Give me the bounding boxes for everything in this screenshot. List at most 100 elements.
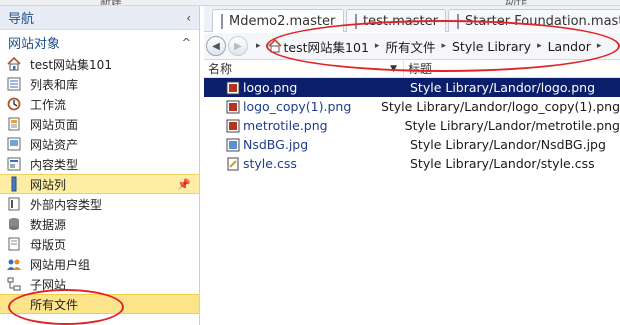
css-file-icon <box>226 157 240 171</box>
file-title: Style Library/Landor/metrotile.png <box>404 118 620 133</box>
file-title: Style Library/Landor/NsdBG.jpg <box>410 137 606 152</box>
nav-title: 导航 <box>8 12 35 27</box>
breadcrumb-style-library[interactable]: Style Library <box>452 39 531 54</box>
breadcrumb-site[interactable]: test网站集101 <box>284 37 369 56</box>
data-source-icon <box>6 216 22 232</box>
home-icon <box>6 56 22 72</box>
navigation-pane: 导航 ‹ 网站对象 ^ test网站集101 列表和库 工作流 网站页面 网站资… <box>0 6 200 325</box>
document-icon <box>355 13 357 29</box>
collapse-nav-icon[interactable]: ‹ <box>186 11 191 25</box>
sidebar-item-label: 网站页面 <box>30 117 79 132</box>
breadcrumb-separator[interactable]: ▸ <box>441 41 446 51</box>
site-pages-icon <box>6 116 22 132</box>
tab-label: test.master <box>363 13 438 29</box>
site-columns-icon <box>6 176 22 192</box>
tab-starter-foundation-master[interactable]: Starter Foundation.master <box>448 9 620 32</box>
file-name-cell: NsdBG.jpg <box>204 137 410 152</box>
sidebar-item-master-pages[interactable]: 母版页 <box>0 234 199 254</box>
sidebar-item-label: 网站用户组 <box>30 257 91 272</box>
sort-arrow-icon: ▼ <box>390 63 397 74</box>
sidebar-item-label: 母版页 <box>30 237 67 252</box>
site-assets-icon <box>6 136 22 152</box>
file-list: logo.png Style Library/Landor/logo.png l… <box>204 78 620 173</box>
sidebar-item-label: 工作流 <box>30 97 67 112</box>
column-header-name[interactable]: 名称 ▼ <box>204 60 404 77</box>
document-icon <box>457 13 459 29</box>
chevron-up-icon[interactable]: ^ <box>182 36 191 49</box>
sidebar-item-lists[interactable]: 列表和库 <box>0 74 199 94</box>
file-list-header: 名称 ▼ 标题 <box>204 60 620 78</box>
breadcrumb-separator[interactable]: ▸ <box>256 41 261 51</box>
image-file-icon <box>226 81 240 95</box>
file-name-cell: logo_copy(1).png <box>204 99 381 114</box>
image-file-icon <box>226 100 240 114</box>
sidebar-item-all-files[interactable]: 所有文件 <box>0 294 199 314</box>
file-name: logo.png <box>243 80 298 95</box>
sidebar-item-site-groups[interactable]: 网站用户组 <box>0 254 199 274</box>
breadcrumb-landor[interactable]: Landor <box>548 39 591 54</box>
forward-button[interactable]: ▶ <box>228 36 248 56</box>
tab-mdemo2-master[interactable]: Mdemo2.master <box>212 9 344 32</box>
nav-header: 导航 ‹ <box>0 6 199 30</box>
file-name-cell: style.css <box>204 156 410 171</box>
sidebar-item-label: 内容类型 <box>30 157 79 172</box>
table-row[interactable]: logo_copy(1).png Style Library/Landor/lo… <box>204 97 620 116</box>
table-row[interactable]: NsdBG.jpg Style Library/Landor/NsdBG.jpg <box>204 135 620 154</box>
file-name: metrotile.png <box>243 118 328 133</box>
sidebar-item-label: 子网站 <box>30 277 67 292</box>
site-objects-section[interactable]: 网站对象 ^ <box>0 30 199 54</box>
sidebar-item-subsites[interactable]: 子网站 <box>0 274 199 294</box>
workflow-icon <box>6 96 22 112</box>
document-tabs: Mdemo2.master test.master Starter Founda… <box>204 6 620 32</box>
all-files-icon <box>6 296 22 312</box>
breadcrumb-all-files[interactable]: 所有文件 <box>385 37 435 56</box>
sidebar-item-site[interactable]: test网站集101 <box>0 54 199 74</box>
pin-icon[interactable]: 📌 <box>177 178 191 191</box>
file-name: logo_copy(1).png <box>243 99 352 114</box>
breadcrumb-separator[interactable]: ▸ <box>537 41 542 51</box>
file-title: Style Library/Landor/logo_copy(1).png <box>380 99 620 114</box>
image-file-icon <box>226 119 240 133</box>
image-file-icon <box>226 138 240 152</box>
sidebar-item-workflows[interactable]: 工作流 <box>0 94 199 114</box>
site-objects-list: test网站集101 列表和库 工作流 网站页面 网站资产 内容类型 网站列 📌… <box>0 54 199 314</box>
subsites-icon <box>6 276 22 292</box>
sidebar-item-external-content-types[interactable]: 外部内容类型 <box>0 194 199 214</box>
table-row[interactable]: style.css Style Library/Landor/style.css <box>204 154 620 173</box>
tab-label: Starter Foundation.master <box>465 13 620 29</box>
sidebar-item-site-columns[interactable]: 网站列 📌 <box>0 174 199 194</box>
sidebar-item-label: test网站集101 <box>30 57 112 72</box>
breadcrumb-separator[interactable]: ▸ <box>375 41 380 51</box>
section-title: 网站对象 <box>8 36 61 52</box>
sidebar-item-site-assets[interactable]: 网站资产 <box>0 134 199 154</box>
sidebar-item-data-sources[interactable]: 数据源 <box>0 214 199 234</box>
column-name-label: 名称 <box>208 62 233 76</box>
home-icon <box>267 38 283 54</box>
column-header-title[interactable]: 标题 <box>404 60 432 77</box>
file-name: style.css <box>243 156 297 171</box>
sidebar-item-label: 所有文件 <box>30 297 79 312</box>
breadcrumb: ◀ ▶ ▸ test网站集101 ▸ 所有文件 ▸ Style Library … <box>204 33 620 60</box>
sidebar-item-label: 网站列 <box>30 177 67 192</box>
list-icon <box>6 76 22 92</box>
file-name: NsdBG.jpg <box>243 137 309 152</box>
external-content-icon <box>6 196 22 212</box>
tab-label: Mdemo2.master <box>229 13 336 29</box>
back-button[interactable]: ◀ <box>206 36 226 56</box>
table-row[interactable]: metrotile.png Style Library/Landor/metro… <box>204 116 620 135</box>
file-name-cell: metrotile.png <box>204 118 405 133</box>
table-row[interactable]: logo.png Style Library/Landor/logo.png <box>204 78 620 97</box>
document-icon <box>221 13 223 29</box>
sidebar-item-label: 外部内容类型 <box>30 197 103 212</box>
sidebar-item-label: 网站资产 <box>30 137 79 152</box>
file-title: Style Library/Landor/style.css <box>410 156 595 171</box>
sidebar-item-label: 列表和库 <box>30 77 79 92</box>
tab-test-master[interactable]: test.master <box>346 9 446 32</box>
sidebar-item-site-pages[interactable]: 网站页面 <box>0 114 199 134</box>
sidebar-item-label: 数据源 <box>30 217 67 232</box>
column-title-label: 标题 <box>408 62 433 76</box>
breadcrumb-separator[interactable]: ▸ <box>597 41 602 51</box>
sidebar-item-content-types[interactable]: 内容类型 <box>0 154 199 174</box>
file-title: Style Library/Landor/logo.png <box>410 80 596 95</box>
master-pages-icon <box>6 236 22 252</box>
